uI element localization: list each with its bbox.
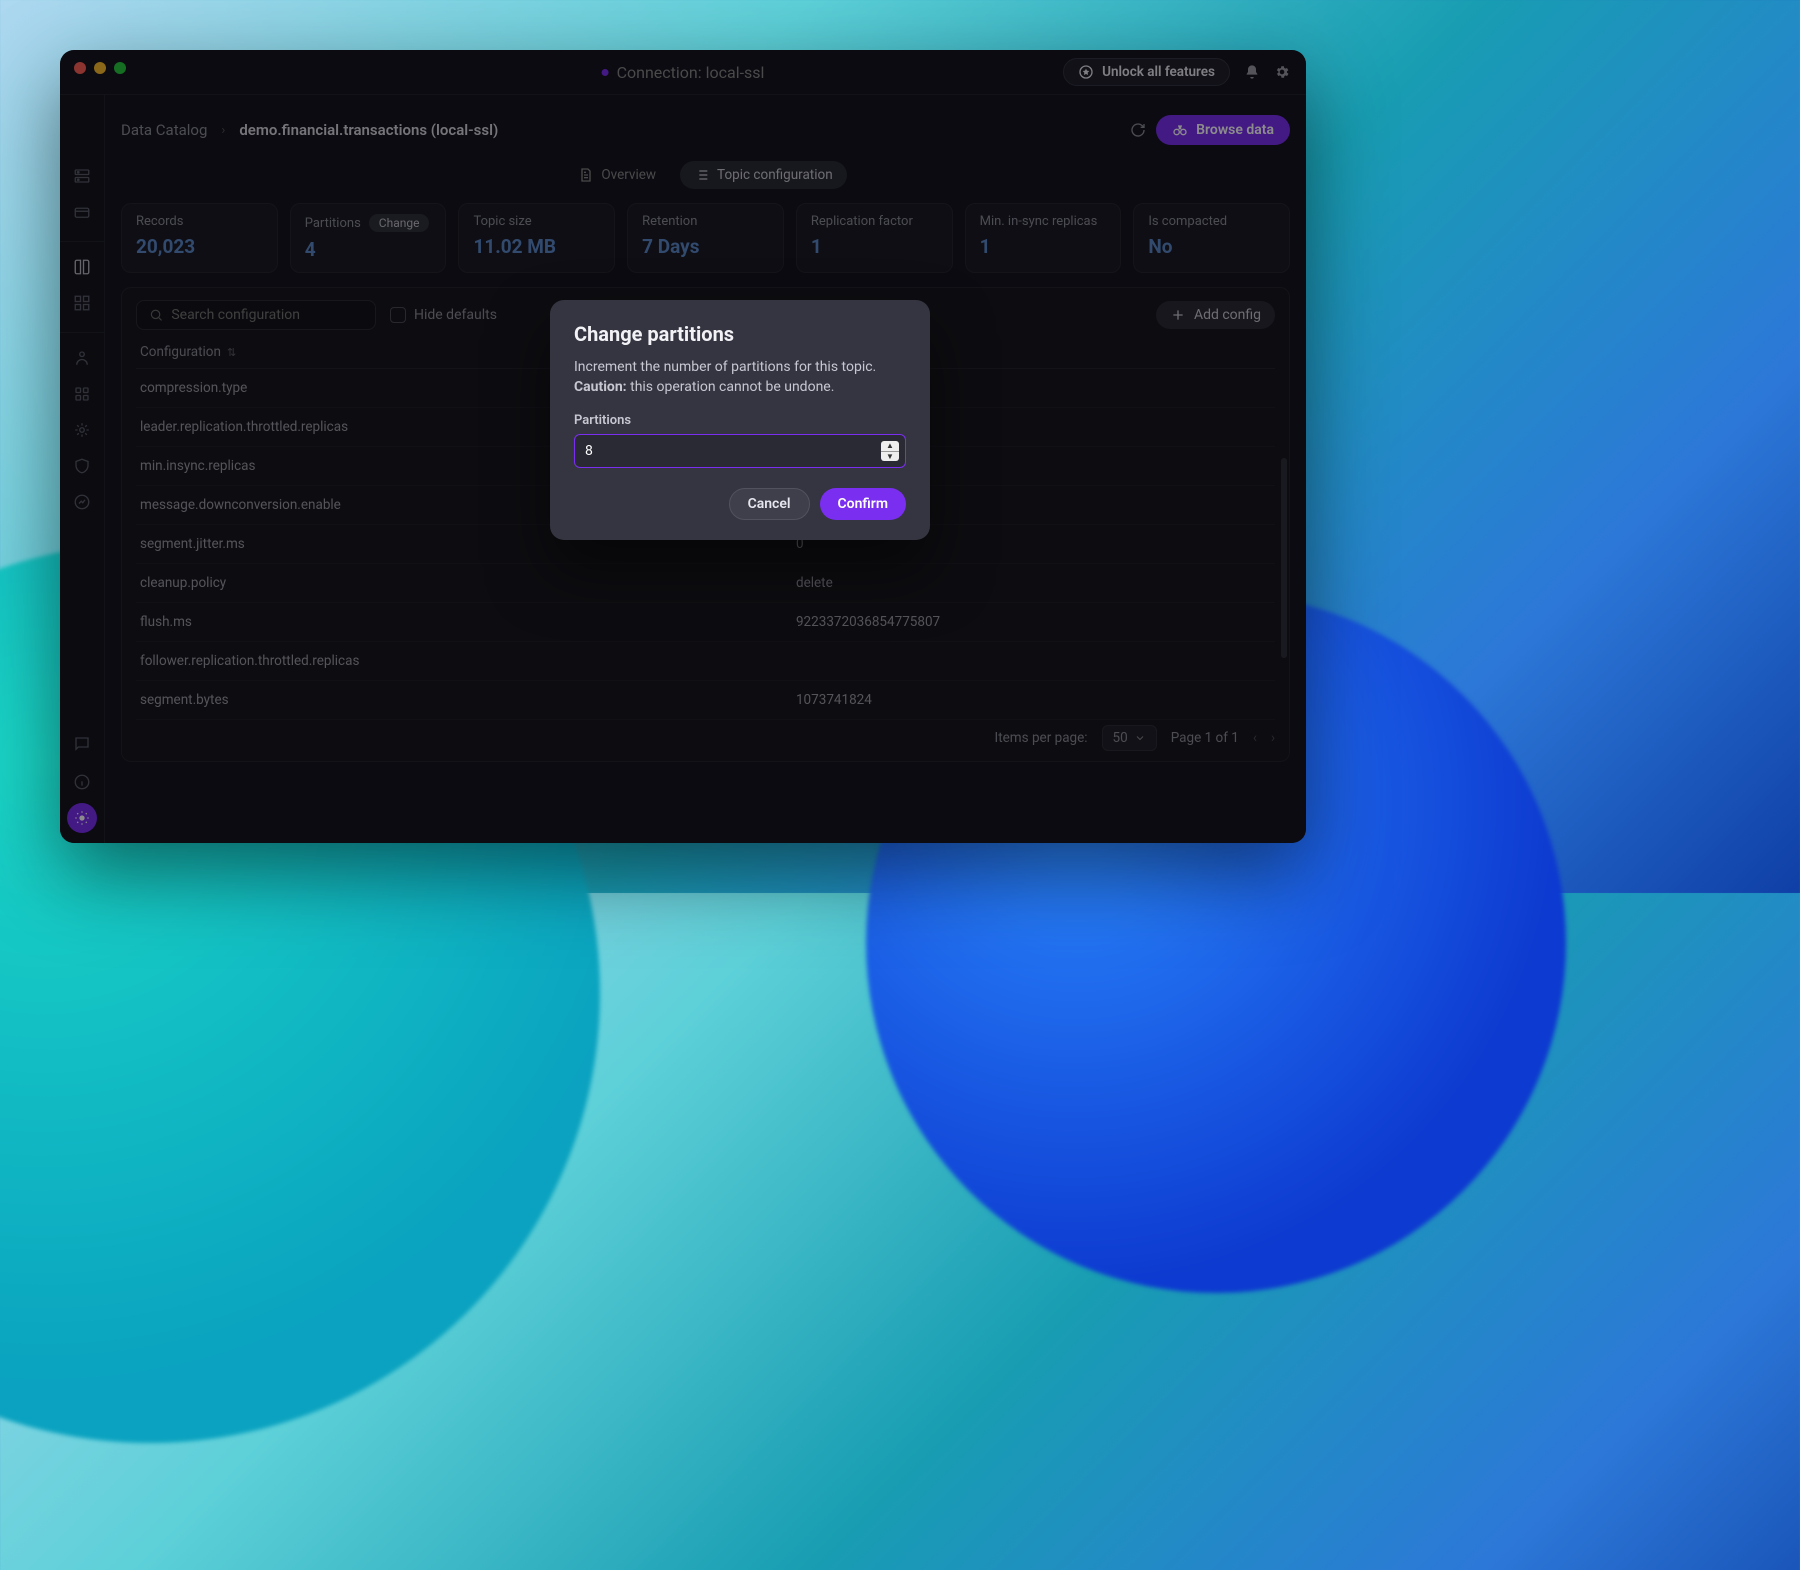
partitions-field-label: Partitions <box>574 413 906 428</box>
confirm-button[interactable]: Confirm <box>820 488 906 520</box>
modal-caution-text: this operation cannot be undone. <box>627 379 835 395</box>
cancel-button[interactable]: Cancel <box>729 488 810 520</box>
partitions-input-wrap[interactable]: ▲ ▼ <box>574 434 906 468</box>
modal-title: Change partitions <box>574 322 906 346</box>
change-partitions-modal: Change partitions Increment the number o… <box>550 300 930 540</box>
modal-caution-label: Caution: <box>574 379 627 395</box>
partitions-input[interactable] <box>585 443 881 459</box>
modal-desc: Increment the number of partitions for t… <box>574 359 876 375</box>
stepper-down-icon[interactable]: ▼ <box>881 452 899 462</box>
stepper-up-icon[interactable]: ▲ <box>881 441 899 452</box>
number-stepper[interactable]: ▲ ▼ <box>881 441 899 461</box>
app-window: Connection: local-ssl Unlock all feature… <box>60 50 1306 843</box>
